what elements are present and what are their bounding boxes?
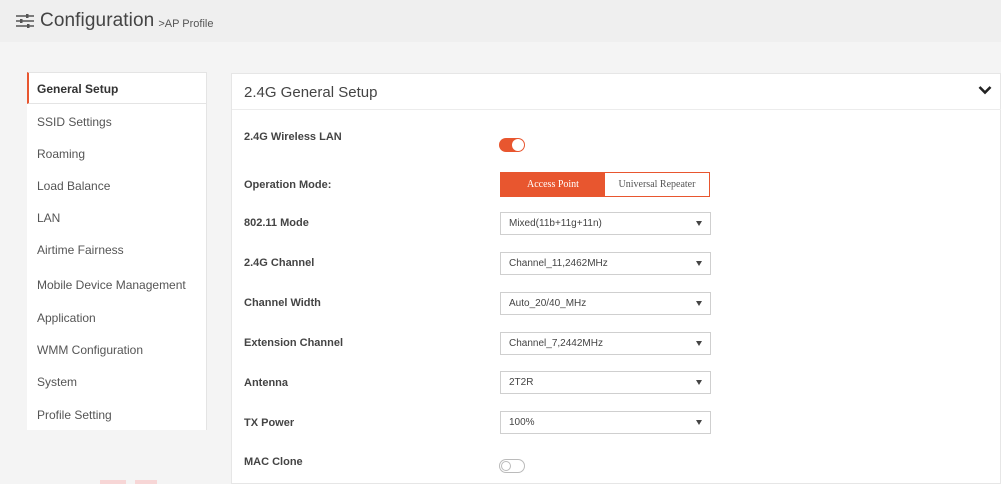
panel-header[interactable]: 2.4G General Setup (232, 74, 1001, 110)
toggle-knob (501, 461, 511, 471)
mac-clone-toggle[interactable] (499, 459, 525, 473)
dropdown-arrow-icon (696, 380, 702, 385)
dropdown-arrow-icon (696, 341, 702, 346)
tx-power-select[interactable]: 100% (500, 411, 711, 434)
antenna-label: Antenna (244, 377, 288, 389)
channel-select[interactable]: Channel_11,2462MHz (500, 252, 711, 275)
mac-clone-label: MAC Clone (244, 456, 303, 468)
toggle-knob (512, 139, 524, 151)
sidebar-item-lan[interactable]: LAN (27, 202, 206, 234)
channel-label: 2.4G Channel (244, 257, 315, 269)
sidebar-item-general-setup[interactable]: General Setup (27, 72, 206, 104)
channel-width-value: Auto_20/40_MHz (509, 298, 587, 309)
channel-width-select[interactable]: Auto_20/40_MHz (500, 292, 711, 315)
antenna-value: 2T2R (509, 377, 534, 388)
sidebar: General Setup SSID Settings Roaming Load… (27, 72, 207, 430)
page-title: Configuration (40, 10, 155, 31)
dropdown-arrow-icon (696, 261, 702, 266)
panel-title: 2.4G General Setup (244, 84, 378, 101)
operation-mode-selector: Access Point Universal Repeater (500, 172, 710, 197)
decor-stripe (100, 480, 126, 484)
tx-power-value: 100% (509, 417, 535, 428)
sidebar-item-application[interactable]: Application (27, 302, 206, 334)
operation-mode-label: Operation Mode: (244, 179, 332, 191)
page-header: Configuration >AP Profile (0, 0, 1001, 42)
decor-stripe (135, 480, 157, 484)
dropdown-arrow-icon (696, 420, 702, 425)
sliders-icon (16, 14, 34, 28)
sidebar-item-load-balance[interactable]: Load Balance (27, 170, 206, 202)
mode-80211-label: 802.11 Mode (244, 217, 309, 229)
mode-80211-select[interactable]: Mixed(11b+11g+11n) (500, 212, 711, 235)
extension-channel-select[interactable]: Channel_7,2442MHz (500, 332, 711, 355)
tx-power-label: TX Power (244, 417, 295, 429)
sidebar-item-system[interactable]: System (27, 366, 206, 398)
sidebar-item-mobile-device-management[interactable]: Mobile Device Management (27, 269, 206, 301)
dropdown-arrow-icon (696, 301, 702, 306)
access-point-option[interactable]: Access Point (501, 173, 605, 196)
channel-width-label: Channel Width (244, 297, 321, 309)
extension-channel-label: Extension Channel (244, 337, 344, 349)
sidebar-item-roaming[interactable]: Roaming (27, 138, 206, 170)
wireless-lan-toggle[interactable] (499, 138, 525, 152)
antenna-select[interactable]: 2T2R (500, 371, 711, 394)
sidebar-item-ssid-settings[interactable]: SSID Settings (27, 106, 206, 138)
channel-value: Channel_11,2462MHz (509, 258, 608, 269)
sidebar-item-wmm-configuration[interactable]: WMM Configuration (27, 334, 206, 366)
sidebar-item-profile-setting[interactable]: Profile Setting (27, 399, 206, 431)
universal-repeater-option[interactable]: Universal Repeater (605, 173, 709, 196)
breadcrumb[interactable]: >AP Profile (158, 18, 213, 30)
wireless-lan-label: 2.4G Wireless LAN (244, 131, 342, 143)
extension-channel-value: Channel_7,2442MHz (509, 338, 603, 349)
mode-80211-value: Mixed(11b+11g+11n) (509, 218, 602, 229)
chevron-down-icon[interactable] (978, 85, 992, 95)
general-setup-panel: 2.4G General Setup 2.4G Wireless LAN Ope… (231, 73, 1001, 484)
dropdown-arrow-icon (696, 221, 702, 226)
sidebar-item-airtime-fairness[interactable]: Airtime Fairness (27, 234, 206, 266)
